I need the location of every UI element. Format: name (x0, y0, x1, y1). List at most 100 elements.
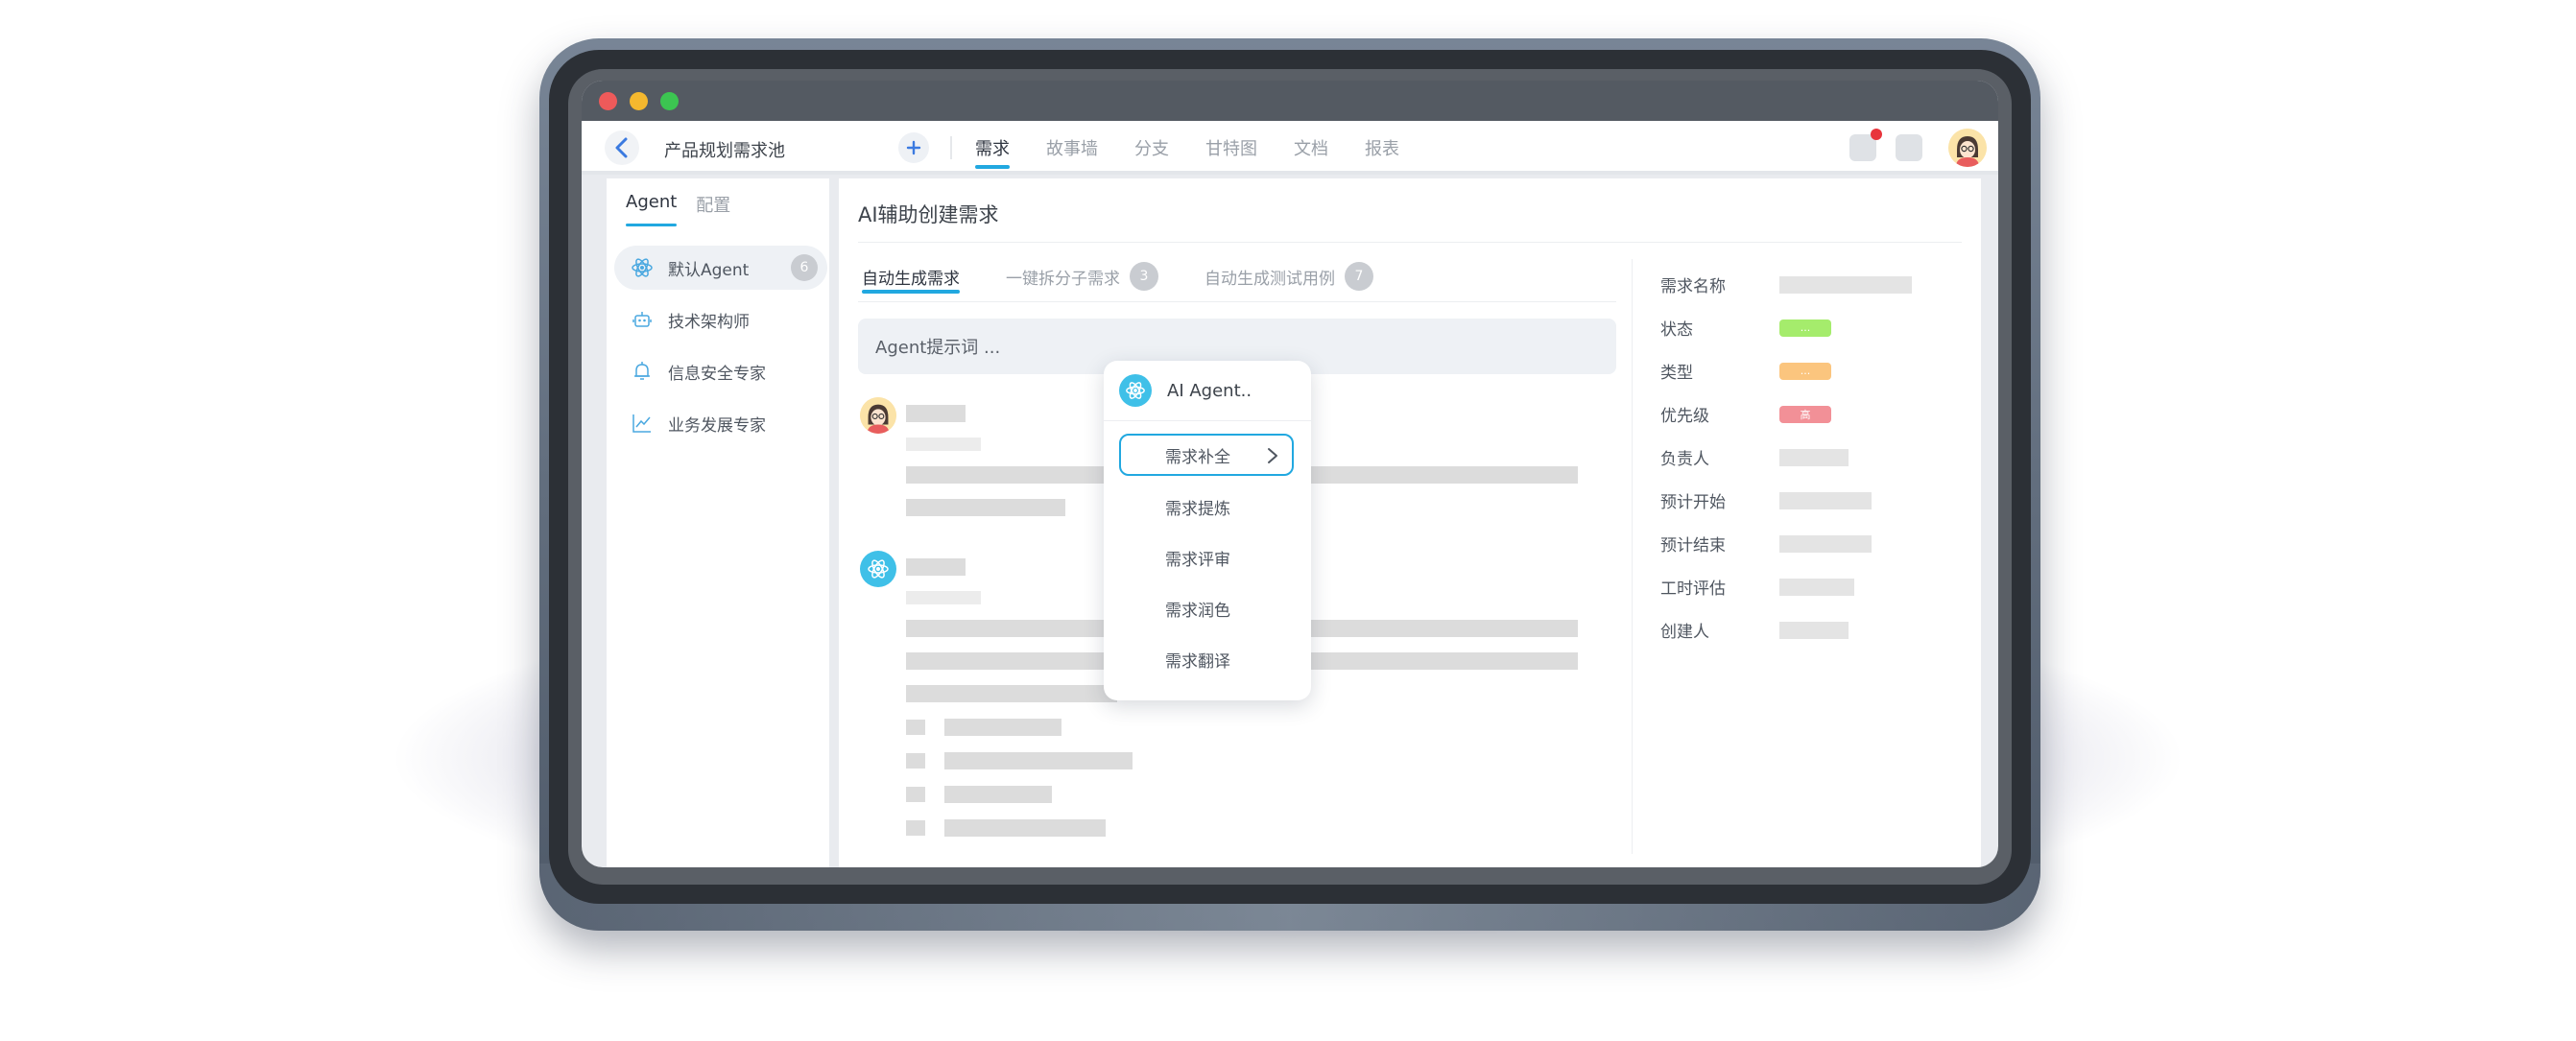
popup-divider (1104, 420, 1311, 421)
robot-icon (630, 307, 655, 332)
tab-count-badge: 3 (1130, 262, 1158, 291)
bullet-marker (906, 720, 925, 735)
detail-row-status: 状态... (1660, 306, 1968, 349)
ai-message-avatar (860, 551, 896, 587)
detail-label: 优先级 (1660, 407, 1709, 426)
details-divider (1632, 259, 1633, 854)
add-button[interactable] (898, 132, 929, 163)
tab-count-badge: 7 (1345, 262, 1373, 291)
value-placeholder (1779, 275, 1912, 294)
status-badge[interactable]: ... (1779, 319, 1831, 337)
nav-tab-requirements[interactable]: 需求 (975, 121, 1010, 175)
generation-tabs: 自动生成需求 一键拆分子需求 3 自动生成测试用例 7 (862, 253, 1419, 299)
popup-title: AI Agent.. (1167, 380, 1252, 401)
menu-item-review[interactable]: 需求评审 (1119, 536, 1294, 579)
trend-chart-icon (630, 411, 655, 436)
detail-label: 状态 (1660, 320, 1693, 340)
tab-generate-tests[interactable]: 自动生成测试用例 7 (1205, 253, 1373, 299)
settings-button[interactable] (1896, 134, 1922, 161)
detail-label: 类型 (1660, 364, 1693, 383)
ai-agent-popup: AI Agent.. 需求补全 需求提炼 需求评审 需求润色 需求翻译 (1104, 361, 1311, 700)
sidebar-tab-agent[interactable]: Agent (626, 192, 678, 226)
detail-label: 预计结束 (1660, 536, 1726, 556)
popup-header: AI Agent.. (1119, 374, 1252, 407)
agent-item-security[interactable]: 信息安全专家 (614, 349, 827, 393)
bullet-line-placeholder (944, 786, 1052, 803)
agent-item-label: 技术架构师 (668, 312, 750, 332)
detail-label: 负责人 (1660, 450, 1709, 469)
bullet-line-placeholder (944, 819, 1106, 837)
nav-tab-docs[interactable]: 文档 (1294, 121, 1328, 175)
detail-label: 预计开始 (1660, 493, 1726, 512)
nav-tab-gantt[interactable]: 甘特图 (1205, 121, 1257, 175)
menu-item-label: 需求润色 (1165, 601, 1230, 621)
agent-item-default[interactable]: 默认Agent 6 (614, 246, 827, 290)
atom-icon (868, 559, 889, 579)
tabs-divider (858, 301, 1616, 302)
tab-auto-generate[interactable]: 自动生成需求 (862, 253, 960, 299)
message-sender-placeholder (906, 405, 966, 422)
user-message-avatar (860, 397, 896, 434)
back-button[interactable] (605, 130, 639, 165)
title-bar (582, 81, 1998, 121)
bell-shield-icon (630, 359, 655, 384)
prompt-placeholder: Agent提示词 ... (875, 338, 1001, 358)
tab-label: 自动生成测试用例 (1205, 269, 1335, 289)
agent-count-badge: 6 (791, 254, 818, 281)
detail-row-owner: 负责人 (1660, 436, 1968, 479)
message-time-placeholder (906, 438, 981, 451)
detail-row-name: 需求名称 (1660, 263, 1968, 306)
message-sender-placeholder (906, 558, 966, 576)
agent-item-label: 信息安全专家 (668, 364, 766, 384)
bullet-marker (906, 787, 925, 802)
agent-item-architect[interactable]: 技术架构师 (614, 297, 827, 342)
title-divider (858, 242, 1962, 243)
detail-label: 工时评估 (1660, 580, 1726, 599)
value-placeholder (1779, 534, 1872, 553)
tab-label: 一键拆分子需求 (1006, 269, 1120, 289)
nav-tab-reports[interactable]: 报表 (1365, 121, 1399, 175)
priority-badge[interactable]: 高 (1779, 405, 1831, 423)
menu-item-polish[interactable]: 需求润色 (1119, 587, 1294, 629)
close-window-button[interactable] (599, 92, 617, 110)
detail-row-creator: 创建人 (1660, 608, 1968, 651)
sidebar-tab-config[interactable]: 配置 (696, 192, 730, 226)
menu-item-complete[interactable]: 需求补全 (1119, 434, 1294, 476)
notification-dot (1871, 129, 1882, 140)
notifications-button[interactable] (1849, 129, 1882, 161)
project-title: 产品规划需求池 (664, 141, 785, 161)
atom-icon (1119, 374, 1152, 407)
value-placeholder (1779, 491, 1872, 509)
agent-item-business[interactable]: 业务发展专家 (614, 401, 827, 445)
avatar-illustration (1948, 129, 1987, 167)
tab-split-subtasks[interactable]: 一键拆分子需求 3 (1006, 253, 1158, 299)
menu-item-label: 需求补全 (1165, 447, 1230, 467)
menu-item-label: 需求评审 (1165, 550, 1230, 570)
menu-item-label: 需求翻译 (1165, 651, 1230, 672)
detail-row-priority: 优先级 高 (1660, 392, 1968, 436)
menu-item-label: 需求提炼 (1165, 499, 1230, 519)
chevron-right-icon (1267, 447, 1278, 469)
nav-tab-branches[interactable]: 分支 (1134, 121, 1169, 175)
requirement-details: 需求名称 状态... 类型... 优先级 高 负责人 预计开始 预计结束 工时评估… (1660, 263, 1968, 651)
maximize-window-button[interactable] (660, 92, 679, 110)
atom-icon (630, 255, 655, 280)
menu-item-translate[interactable]: 需求翻译 (1119, 638, 1294, 680)
user-avatar[interactable] (1948, 129, 1987, 167)
message-time-placeholder (906, 591, 981, 604)
nav-tab-story-wall[interactable]: 故事墙 (1046, 121, 1098, 175)
value-placeholder (1779, 448, 1849, 466)
type-badge[interactable]: ... (1779, 362, 1831, 380)
message-line-placeholder (906, 685, 1117, 702)
main-nav: 需求 故事墙 分支 甘特图 文档 报表 (975, 121, 1436, 175)
tab-label: 自动生成需求 (862, 269, 960, 289)
minimize-window-button[interactable] (630, 92, 648, 110)
agent-item-label: 业务发展专家 (668, 415, 766, 436)
main-panel: AI辅助创建需求 自动生成需求 一键拆分子需求 3 自动生成测试用例 7 Agent… (839, 178, 1981, 867)
chevron-left-icon (615, 137, 628, 158)
bullet-line-placeholder (944, 752, 1133, 769)
menu-item-refine[interactable]: 需求提炼 (1119, 485, 1294, 528)
detail-label: 创建人 (1660, 623, 1709, 642)
plus-icon (906, 140, 921, 155)
sidebar-tabs: Agent 配置 (626, 192, 730, 226)
